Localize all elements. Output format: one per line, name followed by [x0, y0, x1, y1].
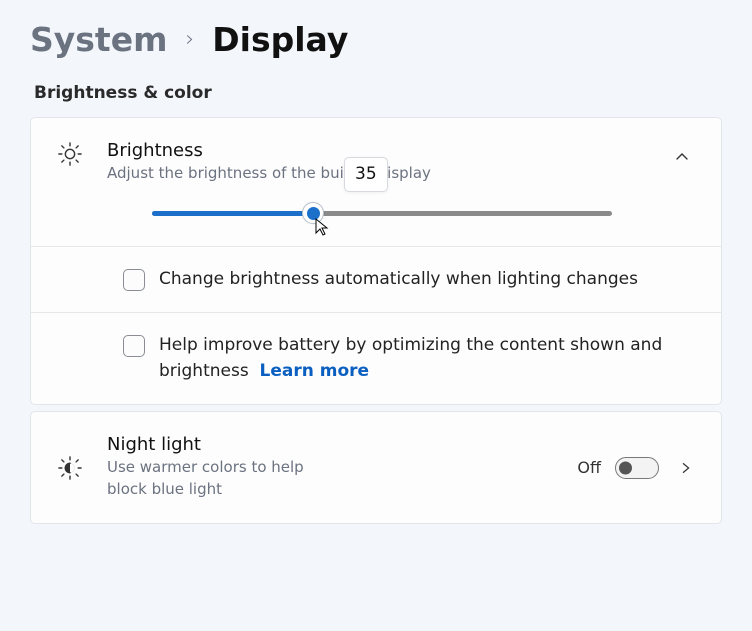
content-optimize-checkbox[interactable] [123, 335, 145, 357]
night-light-row[interactable]: Night light Use warmer colors to help bl… [31, 412, 721, 523]
breadcrumb-parent[interactable]: System [30, 20, 167, 59]
auto-brightness-checkbox[interactable] [123, 269, 145, 291]
breadcrumb: System › Display [30, 20, 722, 59]
night-light-icon [53, 454, 87, 482]
page-title: Display [212, 20, 348, 59]
brightness-row[interactable]: Brightness Adjust the brightness of the … [31, 118, 721, 246]
content-optimize-option[interactable]: Help improve battery by optimizing the c… [31, 312, 721, 404]
brightness-value-tooltip: 35 [344, 157, 388, 192]
brightness-icon [53, 140, 87, 168]
night-light-title: Night light [107, 434, 557, 455]
chevron-right-icon[interactable] [673, 455, 699, 481]
auto-brightness-option[interactable]: Change brightness automatically when lig… [31, 246, 721, 313]
learn-more-link[interactable]: Learn more [260, 361, 370, 381]
chevron-right-icon: › [185, 27, 194, 52]
brightness-slider[interactable] [152, 211, 612, 216]
night-light-description: Use warmer colors to help block blue lig… [107, 457, 337, 501]
content-optimize-label: Help improve battery by optimizing the c… [159, 333, 695, 384]
mouse-cursor-icon [313, 217, 333, 237]
night-light-panel: Night light Use warmer colors to help bl… [30, 411, 722, 524]
night-light-state-label: Off [577, 458, 601, 477]
section-header-brightness-color: Brightness & color [34, 83, 722, 103]
collapse-chevron-icon[interactable] [665, 140, 699, 174]
night-light-toggle[interactable] [615, 457, 659, 479]
auto-brightness-label: Change brightness automatically when lig… [159, 267, 638, 293]
brightness-panel: Brightness Adjust the brightness of the … [30, 117, 722, 405]
brightness-description: Adjust the brightness of the built-in di… [107, 163, 645, 185]
